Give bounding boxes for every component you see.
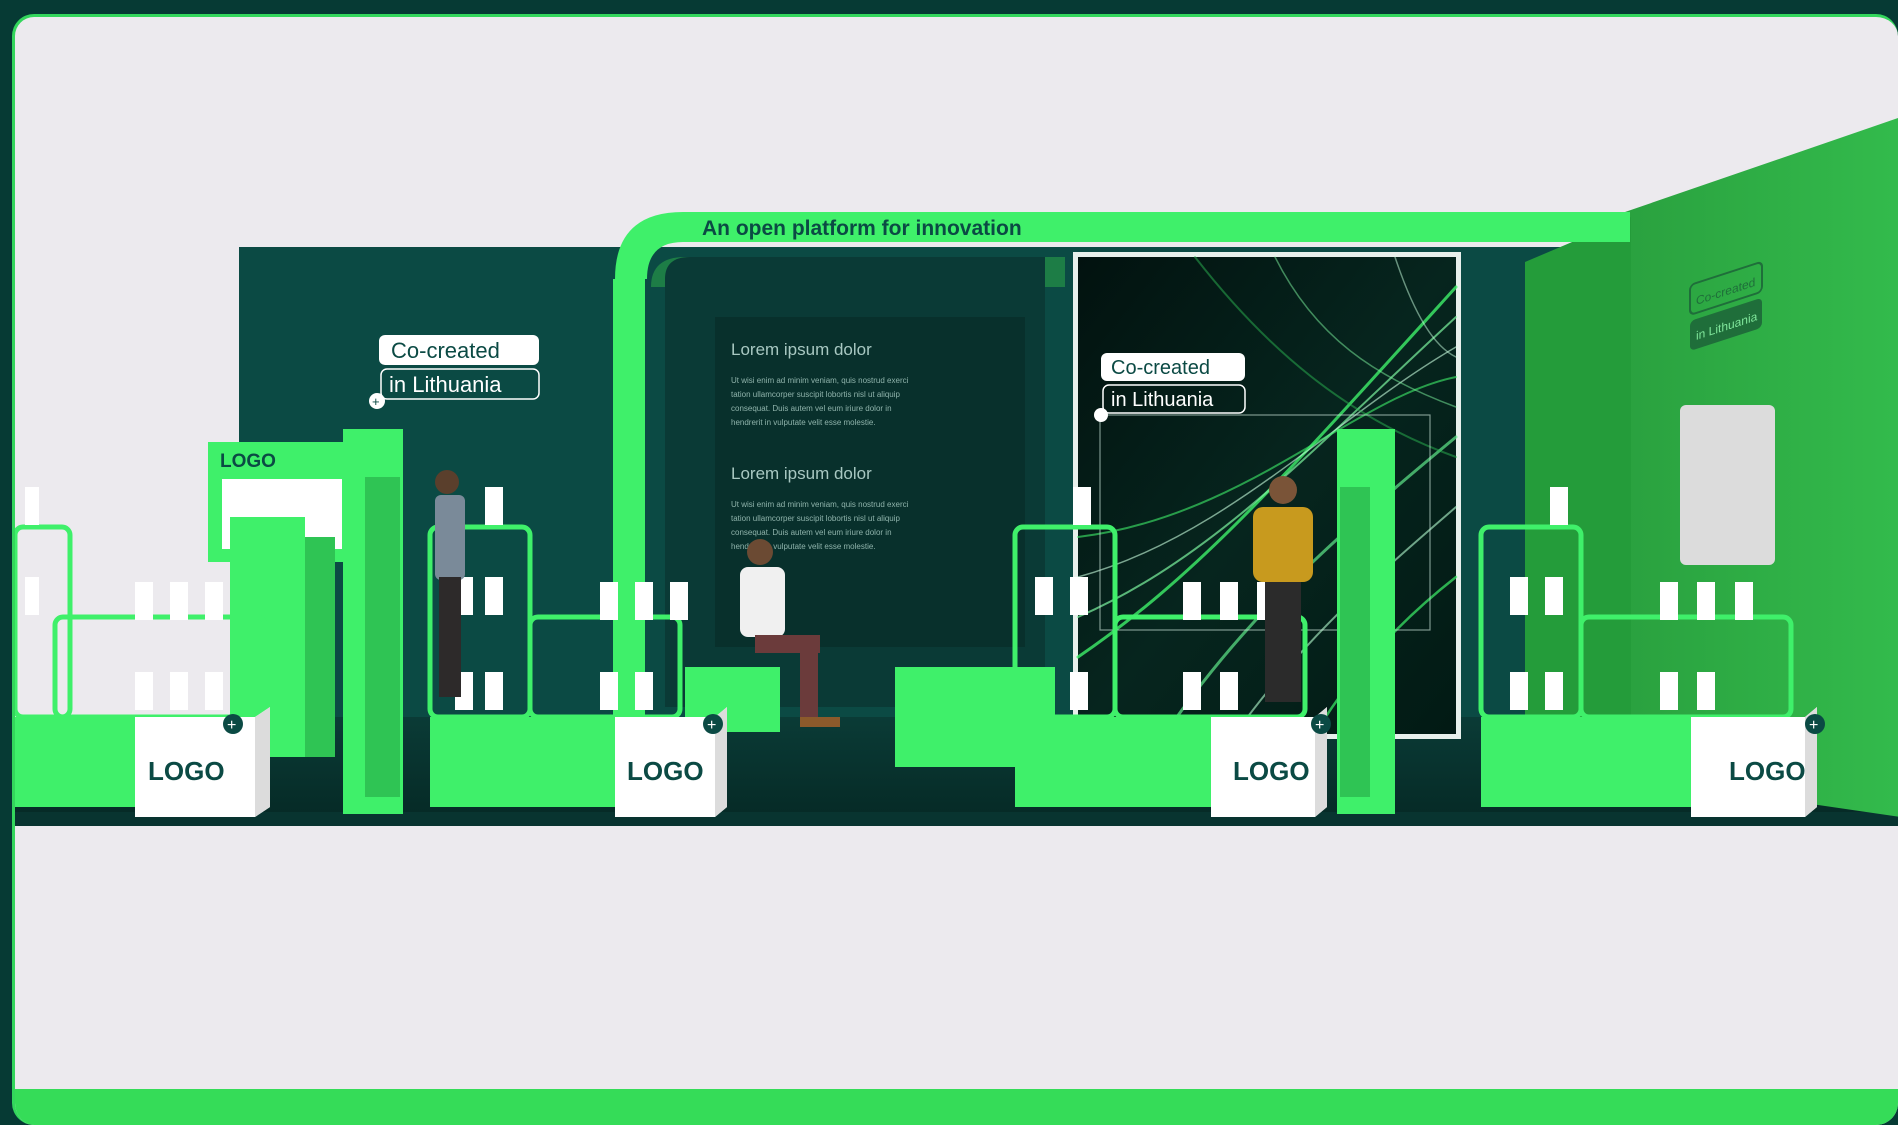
totem-right-side	[1340, 487, 1370, 797]
logo-cube-4-label: LOGO	[1729, 756, 1806, 786]
side-wall-screen	[1680, 405, 1775, 565]
arch-left-post	[613, 279, 645, 717]
svg-text:+: +	[227, 717, 236, 734]
logo-tower: LOGO	[208, 442, 343, 757]
logo-cube-4: LOGO +	[1691, 707, 1825, 817]
panel-body-1-line: hendrerit in vulputate velit esse molest…	[731, 418, 876, 427]
logo-cube-2: LOGO +	[615, 707, 727, 817]
panel-heading-1: Lorem ipsum dolor	[731, 340, 872, 359]
svg-text:Co-created: Co-created	[391, 338, 500, 363]
booth-headline: An open platform for innovation	[702, 217, 1022, 240]
plus-icon	[1094, 408, 1108, 422]
totem-left-side	[365, 477, 400, 797]
logo-cube-1: LOGO +	[135, 707, 270, 817]
panel-body-1-line: tation ullamcorper suscipit lobortis nis…	[731, 390, 901, 399]
svg-text:in Lithuania: in Lithuania	[389, 372, 502, 397]
svg-text:Co-created: Co-created	[1111, 357, 1210, 379]
panel-heading-2: Lorem ipsum dolor	[731, 464, 872, 483]
svg-text:in Lithuania: in Lithuania	[1111, 389, 1214, 411]
bottom-accent-bar	[15, 1089, 1898, 1125]
logo-cube-3-label: LOGO	[1233, 756, 1310, 786]
image-frame: An open platform for innovation Lorem ip…	[12, 14, 1898, 1125]
panel-body-2-line: consequat. Duis autem vel eum iriure dol…	[731, 528, 892, 537]
svg-text:+: +	[1315, 717, 1324, 734]
panel-body-2-line: Ut wisi enim ad minim veniam, quis nostr…	[731, 500, 909, 509]
svg-text:+: +	[1809, 717, 1818, 734]
panel-body-2-line: tation ullamcorper suscipit lobortis nis…	[731, 514, 901, 523]
logo-cube-3: LOGO +	[1211, 707, 1331, 817]
person-standing-left	[435, 470, 465, 697]
logo-cube-1-label: LOGO	[148, 756, 225, 786]
logo-cube-2-label: LOGO	[627, 756, 704, 786]
svg-text:+: +	[707, 717, 716, 734]
panel-body-1-line: consequat. Duis autem vel eum iriure dol…	[731, 404, 892, 413]
side-wall-inner	[1525, 217, 1631, 777]
svg-text:LOGO: LOGO	[220, 451, 276, 472]
exhibition-booth-render: An open platform for innovation Lorem ip…	[15, 118, 1898, 826]
svg-text:+: +	[372, 394, 380, 409]
floor-edge	[15, 812, 1898, 826]
panel-body-1-line: Ut wisi enim ad minim veniam, quis nostr…	[731, 376, 909, 385]
